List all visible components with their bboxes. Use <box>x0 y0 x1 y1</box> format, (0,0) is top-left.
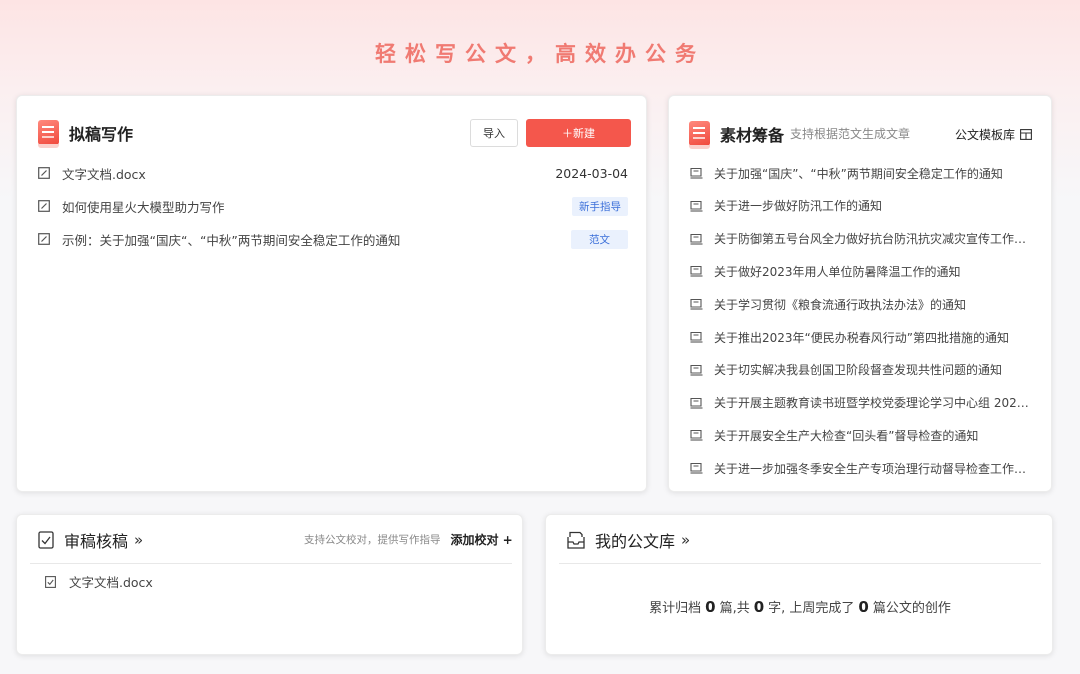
material-card-header: 素材筹备 支持根据范文生成文章 <box>689 121 911 149</box>
import-button[interactable]: 导入 <box>470 119 518 147</box>
book-icon <box>690 463 703 474</box>
review-item-name: 文字文档.docx <box>69 575 153 590</box>
book-icon <box>690 364 703 376</box>
book-icon <box>690 397 703 409</box>
material-item-title: 关于切实解决我县创国卫阶段督查发现共性问题的通知 <box>714 363 1003 378</box>
review-hint: 支持公文校对，提供写作指导 <box>304 534 441 546</box>
book-icon <box>690 200 703 212</box>
draft-item-name: 示例：关于加强“国庆“、“中秋”两节期间安全稳定工作的通知 <box>62 232 401 248</box>
stats-text: 篇公文的创作 <box>872 601 951 616</box>
draft-writing-card: 拟稿写作 导入 ＋新建 文字文档.docx 2024-03-04 如何使用星火大… <box>16 95 647 492</box>
book-icon <box>690 167 703 179</box>
stats-text: 累计归档 <box>649 601 702 616</box>
material-list-item[interactable]: 关于进一步加强冬季安全生产专项治理行动督导检查工作的通知 <box>690 458 1030 478</box>
library-more-chevron[interactable]: » <box>681 531 690 549</box>
material-list-item[interactable]: 关于开展主题教育读书班暨学校党委理论学习中心组 2023年第三次集中学习的通知 <box>690 393 1030 413</box>
review-more-chevron[interactable]: » <box>134 531 143 549</box>
template-library-label: 公文模板库 <box>955 128 1016 142</box>
divider <box>30 563 512 564</box>
material-item-title: 关于学习贯彻《粮食流通行政执法办法》的通知 <box>714 297 967 312</box>
material-item-title: 关于加强“国庆”、“中秋”两节期间安全稳定工作的通知 <box>714 166 1003 181</box>
material-list-item[interactable]: 关于做好2023年用人单位防暑降温工作的通知 <box>690 261 1030 281</box>
document-red-icon <box>689 121 710 149</box>
page-slogan: 轻松写公文，高效办公务 <box>375 42 705 66</box>
sample-tag: 范文 <box>571 229 628 249</box>
stats-text: 字, 上周完成了 <box>768 601 855 616</box>
review-card: 审稿核稿 » 支持公文校对，提供写作指导 添加校对 + 文字文档.docx <box>16 514 523 655</box>
draft-item-name: 文字文档.docx <box>62 166 146 182</box>
book-icon <box>690 430 703 441</box>
material-item-title: 关于做好2023年用人单位防暑降温工作的通知 <box>714 264 961 279</box>
material-item-title: 关于开展主题教育读书班暨学校党委理论学习中心组 2023年第三次集中学习的通知 <box>714 396 1030 411</box>
material-item-title: 关于进一步做好防汛工作的通知 <box>714 199 883 214</box>
material-list-item[interactable]: 关于加强“国庆”、“中秋”两节期间安全稳定工作的通知 <box>690 163 1030 183</box>
material-prep-card: 素材筹备 支持根据范文生成文章 公文模板库 关于加强“国庆”、“中秋”两节期间安… <box>668 95 1052 492</box>
book-icon <box>690 331 703 343</box>
archive-icon <box>567 531 585 549</box>
divider <box>559 563 1041 564</box>
stats-text: 篇,共 <box>719 601 750 616</box>
material-card-title: 素材筹备 <box>720 125 785 145</box>
draft-item-date: 2024-03-04 <box>555 165 628 181</box>
material-list-item[interactable]: 关于进一步做好防汛工作的通知 <box>690 196 1030 216</box>
stats-week-count: 0 <box>858 598 869 616</box>
material-list-item[interactable]: 关于防御第五号台风全力做好抗台防汛抗灾减灾宣传工作的通知 <box>690 229 1030 249</box>
document-red-icon <box>38 120 59 148</box>
library-card-header: 我的公文库 » <box>567 528 690 552</box>
review-list-item[interactable]: 文字文档.docx <box>45 572 153 591</box>
material-list-item[interactable]: 关于开展安全生产大检查“回头看”督导检查的通知 <box>690 425 1030 445</box>
check-doc-icon <box>38 531 54 549</box>
material-list-item[interactable]: 关于学习贯彻《粮食流通行政执法办法》的通知 <box>690 294 1030 314</box>
template-icon <box>1020 129 1032 140</box>
material-item-title: 关于进一步加强冬季安全生产专项治理行动督导检查工作的通知 <box>714 461 1030 476</box>
book-icon <box>690 266 703 277</box>
draft-item-name: 如何使用星火大模型助力写作 <box>62 199 225 215</box>
material-list-item[interactable]: 关于推出2023年“便民办税春风行动”第四批措施的通知 <box>690 327 1030 347</box>
library-stats: 累计归档 0 篇,共 0 字, 上周完成了 0 篇公文的创作 <box>546 597 1054 616</box>
book-icon <box>690 299 703 310</box>
draft-list-item[interactable]: 文字文档.docx 2024-03-04 <box>38 163 628 183</box>
material-item-title: 关于推出2023年“便民办税春风行动”第四批措施的通知 <box>714 330 1009 345</box>
check-doc-icon <box>45 575 56 588</box>
review-card-title: 审稿核稿 <box>64 532 129 551</box>
material-item-title: 关于防御第五号台风全力做好抗台防汛抗灾减灾宣传工作的通知 <box>714 232 1030 247</box>
edit-doc-icon <box>38 200 50 212</box>
template-library-link[interactable]: 公文模板库 <box>955 126 1032 143</box>
draft-list-item[interactable]: 示例：关于加强“国庆“、“中秋”两节期间安全稳定工作的通知 范文 <box>38 229 628 249</box>
stats-archived-count: 0 <box>705 598 716 616</box>
edit-doc-icon <box>38 233 50 245</box>
guide-tag: 新手指导 <box>572 196 628 216</box>
new-document-button[interactable]: ＋新建 <box>526 119 631 147</box>
edit-doc-icon <box>38 167 50 179</box>
review-card-header: 审稿核稿 » <box>38 528 143 552</box>
draft-list-item[interactable]: 如何使用星火大模型助力写作 新手指导 <box>38 196 628 216</box>
material-card-subtitle: 支持根据范文生成文章 <box>790 127 911 141</box>
draft-card-title: 拟稿写作 <box>69 124 134 144</box>
draft-card-header: 拟稿写作 <box>38 120 134 148</box>
add-proofread-button[interactable]: 添加校对 + <box>451 531 513 548</box>
stats-char-count: 0 <box>753 598 765 616</box>
book-icon <box>690 233 703 245</box>
my-library-card: 我的公文库 » 累计归档 0 篇,共 0 字, 上周完成了 0 篇公文的创作 <box>545 514 1053 655</box>
library-card-title: 我的公文库 <box>595 532 676 551</box>
material-list-item[interactable]: 关于切实解决我县创国卫阶段督查发现共性问题的通知 <box>690 360 1030 380</box>
review-actions: 支持公文校对，提供写作指导 添加校对 + <box>304 531 513 548</box>
material-item-title: 关于开展安全生产大检查“回头看”督导检查的通知 <box>714 428 979 443</box>
